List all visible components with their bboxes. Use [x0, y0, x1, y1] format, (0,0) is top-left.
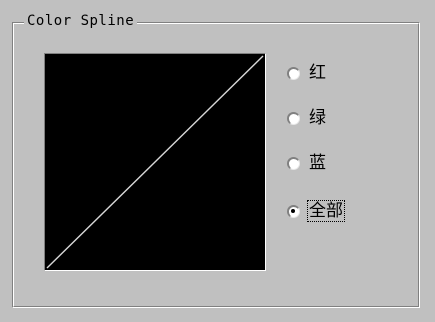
radio-option-all[interactable]: 全部: [287, 200, 345, 222]
radio-button-green[interactable]: [287, 111, 300, 125]
radio-label-blue: 蓝: [309, 153, 326, 173]
radio-button-all[interactable]: [287, 204, 300, 218]
radio-option-green[interactable]: 绿: [287, 107, 327, 129]
group-title: Color Spline: [24, 12, 138, 30]
radio-label-green: 绿: [309, 108, 326, 128]
radio-label-red: 红: [309, 63, 326, 83]
radio-button-blue[interactable]: [287, 156, 300, 170]
color-spline-panel: Color Spline 红 绿 蓝 全部: [0, 0, 435, 322]
radio-option-red[interactable]: 红: [287, 62, 327, 84]
radio-button-red[interactable]: [287, 66, 300, 80]
radio-label-all: 全部: [307, 200, 345, 222]
spline-curve-line[interactable]: [46, 55, 264, 269]
radio-option-blue[interactable]: 蓝: [287, 152, 327, 174]
radio-dot-all: [291, 208, 295, 213]
spline-graph: [46, 55, 264, 269]
spline-curve-editor[interactable]: [44, 53, 266, 271]
